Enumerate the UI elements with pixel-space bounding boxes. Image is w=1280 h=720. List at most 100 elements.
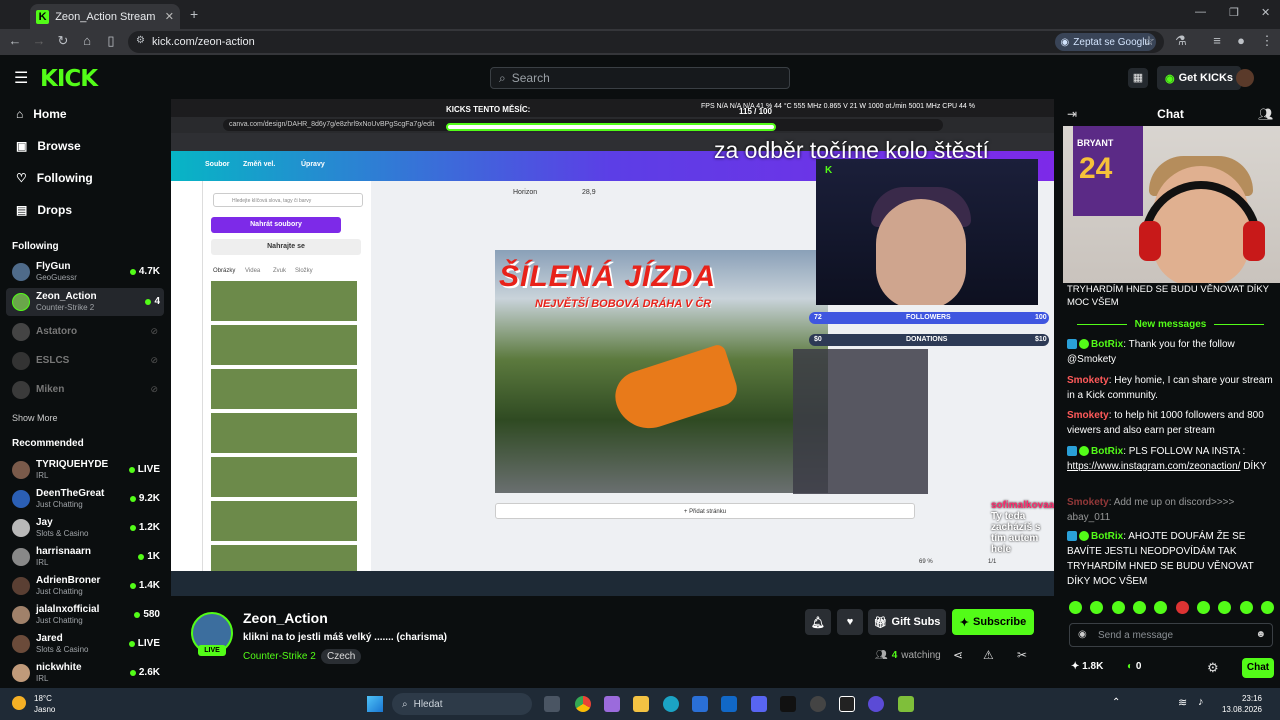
emote-icon[interactable] (1239, 601, 1253, 614)
nav-home[interactable]: ⌂ Home (16, 107, 67, 121)
sidebar-rec-channel[interactable]: DeenTheGreat Just Chatting 9.2K (6, 485, 164, 513)
outlook-icon[interactable] (721, 696, 737, 712)
emote-icon[interactable] (1069, 601, 1082, 614)
kicks-count[interactable]: ✦ 1.8K (1071, 661, 1103, 672)
chat-username[interactable]: Smokety (1067, 497, 1109, 508)
user-avatar[interactable] (1236, 69, 1254, 87)
premiere-icon[interactable] (780, 696, 796, 712)
emote-icon[interactable] (1218, 601, 1232, 614)
back-icon[interactable]: ← (6, 33, 24, 48)
sidebar-channel-flygun[interactable]: FlyGun GeoGuessr 4.7K (6, 258, 164, 286)
menu-icon[interactable]: ⋮ (1258, 33, 1276, 49)
chat-username[interactable]: Smokety (1067, 410, 1109, 421)
app-icon-2[interactable] (898, 696, 914, 712)
sidebar-rec-channel[interactable]: jalalnxofficial Just Chatting 580 (6, 601, 164, 629)
sidebar-rec-channel[interactable]: TYRIQUEHYDE IRL LIVE (6, 456, 164, 484)
sidebar-channel-zeon-action[interactable]: Zeon_Action Counter-Strike 2 4 (6, 288, 164, 316)
clip-icon[interactable]: ✂ (1017, 648, 1027, 662)
close-window-icon[interactable]: ✕ (1261, 6, 1270, 19)
emote-icon[interactable] (1132, 601, 1146, 614)
sidebar-rec-channel[interactable]: AdrienBroner Just Chatting 1.4K (6, 572, 164, 600)
sidebar-channel-eslcs[interactable]: ESLCS ⊘ (6, 347, 164, 375)
nav-following[interactable]: ♡ Following (16, 171, 93, 185)
extensions-icon[interactable]: ⚗ (1172, 33, 1190, 49)
tray-chevron-icon[interactable]: ⌃ (1112, 697, 1120, 708)
bookmark-star-icon[interactable]: ☆ (1140, 33, 1158, 49)
sidebar-rec-channel[interactable]: Jay Slots & Casino 1.2K (6, 514, 164, 542)
nav-drops[interactable]: ▤ Drops (16, 203, 72, 217)
instagram-link[interactable]: https://www.instagram.com/zeonaction/ (1067, 461, 1240, 472)
minimize-icon[interactable]: — (1195, 6, 1206, 18)
report-icon[interactable]: ⚠ (983, 648, 994, 662)
app-icon[interactable] (868, 696, 884, 712)
stream-category[interactable]: Counter-Strike 2 (243, 651, 316, 662)
url-bar[interactable]: ⚙ kick.com/zeon-action ◉ Zeptat se Googl… (128, 31, 1164, 53)
show-more-link[interactable]: Show More (12, 413, 58, 423)
home-icon[interactable]: ⌂ (78, 33, 96, 48)
copilot-icon[interactable] (604, 696, 620, 712)
emote-icon[interactable] (1260, 601, 1274, 614)
new-tab-icon[interactable]: + (190, 6, 198, 22)
sidebar-channel-astatoro[interactable]: Astatoro ⊘ (6, 318, 164, 346)
emote-icon[interactable] (1154, 601, 1168, 614)
search-input[interactable]: ⌕ Search (490, 67, 790, 89)
taskbar-clock[interactable]: 23:16 13.08.2026 (1222, 693, 1262, 715)
emote-icon[interactable] (1090, 601, 1104, 614)
start-icon[interactable] (367, 696, 383, 712)
weather-widget[interactable]: 18°C Jasno (34, 693, 55, 715)
channel-points[interactable]: ◐ 0 (1127, 661, 1141, 672)
volume-icon[interactable]: ♪ (1198, 696, 1204, 708)
language-tag[interactable]: Czech (321, 649, 362, 664)
emoji-icon[interactable]: ☻ (1255, 629, 1266, 640)
emote-icon[interactable] (1196, 601, 1210, 614)
chat-users-icon[interactable]: 👥︎ (1258, 107, 1273, 121)
video-player[interactable]: KICKS TENTO MĚSÍC: 115 / 100 FPS N/A N/A… (171, 99, 1054, 596)
notification-bell-button[interactable]: 🔔︎ (805, 609, 831, 635)
follow-heart-button[interactable]: ♥ (837, 609, 863, 635)
theater-mode-icon[interactable]: ▦ (1128, 68, 1148, 88)
chat-username[interactable]: BotRix (1091, 339, 1123, 350)
kick-logo[interactable]: KICK (40, 66, 98, 92)
sidebar-rec-channel[interactable]: harrisnaarn IRL 1K (6, 543, 164, 571)
streamer-name[interactable]: Zeon_Action (243, 610, 328, 626)
explorer-icon[interactable] (633, 696, 649, 712)
send-chat-button[interactable]: Chat (1242, 658, 1274, 678)
forward-icon[interactable]: → (30, 33, 48, 48)
sidebar-rec-channel[interactable]: nickwhite IRL 2.6K (6, 659, 164, 687)
chat-username[interactable]: BotRix (1091, 531, 1123, 542)
obs-icon[interactable] (810, 696, 826, 712)
sidebar-icon[interactable]: ▯ (102, 33, 120, 49)
profile-avatar[interactable]: ● (1232, 33, 1250, 48)
sidebar-rec-channel[interactable]: Jared Slots & Casino LIVE (6, 630, 164, 658)
hamburger-menu-icon[interactable]: ☰ (14, 68, 28, 88)
maximize-icon[interactable]: ❐ (1229, 6, 1239, 19)
chat-settings-icon[interactable]: ⚙ (1207, 660, 1219, 676)
browser-tab[interactable]: K Zeon_Action Stream - Watch Li ✕ (30, 4, 180, 29)
offline-icon: ⊘ (150, 355, 158, 365)
chat-input[interactable]: ◉ Send a message ☻ (1069, 623, 1273, 647)
wifi-icon[interactable]: ≋ (1178, 696, 1187, 709)
store-icon[interactable] (692, 696, 708, 712)
get-kicks-button[interactable]: ◉ Get KICKs (1157, 66, 1242, 90)
gift-subs-button[interactable]: 🎁︎ Gift Subs (868, 609, 946, 635)
chat-username[interactable]: BotRix (1091, 446, 1123, 457)
close-tab-icon[interactable]: ✕ (165, 10, 174, 23)
reading-list-icon[interactable]: ≡ (1208, 33, 1226, 48)
subscribe-button[interactable]: ✦ Subscribe (952, 609, 1034, 635)
taskbar-search[interactable]: ⌕ Hledat (392, 693, 532, 715)
share-icon[interactable]: ⋖ (953, 648, 963, 662)
site-info-icon[interactable]: ⚙ (136, 35, 145, 46)
reload-icon[interactable]: ↻ (54, 33, 72, 49)
edge-icon[interactable] (663, 696, 679, 712)
chrome-icon[interactable] (575, 696, 591, 712)
task-view-icon[interactable] (544, 696, 560, 712)
sidebar-channel-miken[interactable]: Miken ⊘ (6, 376, 164, 404)
streamlabs-icon[interactable] (839, 696, 855, 712)
nav-browse[interactable]: ▣ Browse (16, 139, 81, 153)
discord-icon[interactable] (751, 696, 767, 712)
chat-username[interactable]: Smokety (1067, 375, 1109, 386)
emote-icon[interactable] (1111, 601, 1125, 614)
weather-icon[interactable] (12, 696, 26, 710)
channel-game: Just Chatting (36, 616, 83, 625)
emote-icon[interactable] (1175, 601, 1189, 614)
